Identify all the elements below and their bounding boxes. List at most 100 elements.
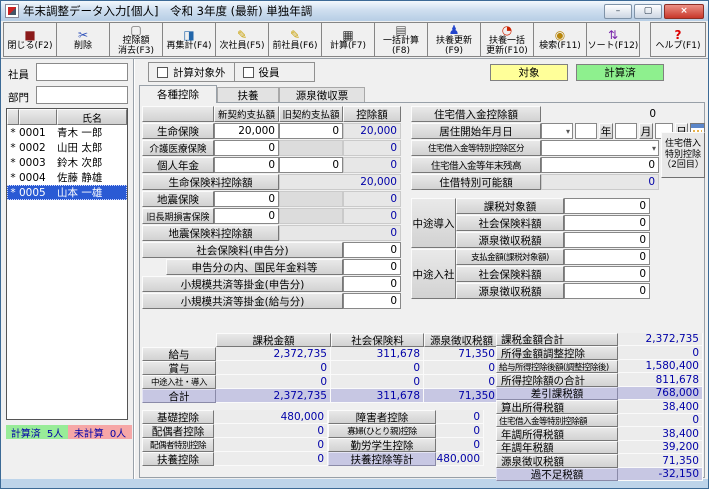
care-deduction-amount: 0 bbox=[343, 140, 401, 156]
employee-row[interactable]: *0004佐藤 静雄 bbox=[7, 170, 127, 185]
year-input[interactable] bbox=[575, 123, 597, 139]
employee-row[interactable]: *0001青木 一郎 bbox=[7, 125, 127, 140]
recalc-button[interactable]: ◨再集計(F4) bbox=[162, 22, 216, 57]
total-row-label: 合計 bbox=[142, 389, 216, 403]
disability-deduction-label: 障害者控除 bbox=[328, 410, 436, 424]
dept-code-input[interactable] bbox=[36, 86, 128, 104]
housing-loan-balance-label: 住宅借入金等年末残高 bbox=[411, 157, 541, 173]
midway-intro-social-amount[interactable]: 0 bbox=[564, 215, 650, 231]
search-icon: ◉ bbox=[555, 28, 565, 42]
net-taxable-amount: 768,000 bbox=[618, 387, 703, 400]
midway-intro-taxable-amount[interactable]: 0 bbox=[564, 198, 650, 214]
help-button[interactable]: ?ヘルプ(F1) bbox=[650, 22, 706, 57]
calculated-income-tax-label: 算出所得税額 bbox=[496, 400, 618, 414]
next-employee-button[interactable]: ✎次社員(F5) bbox=[215, 22, 269, 57]
mutual-aid-declared-amount[interactable]: 0 bbox=[343, 276, 401, 292]
exclude-checkbox[interactable] bbox=[157, 67, 168, 78]
employee-name: 佐藤 静雄 bbox=[57, 170, 127, 185]
mutual-aid-salary-amount[interactable]: 0 bbox=[343, 293, 401, 309]
employee-code-input[interactable] bbox=[36, 63, 128, 81]
care-insurance-label: 介護医療保険 bbox=[142, 140, 214, 156]
housing-loan-deduction-label: 住宅借入金控除額 bbox=[411, 106, 541, 122]
alarm-clock-icon: ◔ bbox=[502, 23, 512, 37]
quake-disabled-cell bbox=[279, 191, 343, 207]
calculated-income-tax-amount: 38,400 bbox=[618, 400, 703, 414]
annual-tax-label: 年調年税額 bbox=[496, 441, 618, 454]
life-new-amount[interactable]: 20,000 bbox=[214, 123, 279, 139]
widow-deduction-label: 寡婦(ひとり親)控除 bbox=[328, 424, 436, 438]
calc-mark: * bbox=[7, 187, 19, 199]
quake-deduction-amount: 0 bbox=[343, 191, 401, 207]
employee-code: 0005 bbox=[19, 187, 57, 199]
employee-row[interactable]: *0002山田 太郎 bbox=[7, 140, 127, 155]
dependents-total-label: 扶養控除等計 bbox=[328, 452, 436, 466]
employee-row-selected[interactable]: *0005山本 一雄 bbox=[7, 185, 127, 200]
toolbar-button-label: ソート(F12) bbox=[588, 42, 639, 52]
pension-new-amount[interactable]: 0 bbox=[214, 157, 279, 173]
clear-deduction-button[interactable]: ▢控除額 消去(F3) bbox=[109, 22, 163, 57]
toolbar: ■閉じる(F2) ✂削除 ▢控除額 消去(F3) ◨再集計(F4) ✎次社員(F… bbox=[1, 21, 708, 59]
annual-tax-amount: 39,200 bbox=[618, 441, 703, 454]
calculated-label: 計算済 bbox=[11, 425, 41, 440]
midway-join-social-amount[interactable]: 0 bbox=[564, 266, 650, 282]
old-damage-label: 旧長期損害保険 bbox=[142, 208, 214, 224]
search-button[interactable]: ◉検索(F11) bbox=[533, 22, 587, 57]
spouse-special-deduction-amount: 0 bbox=[214, 438, 328, 452]
midway-join-withheld-amount[interactable]: 0 bbox=[564, 283, 650, 299]
tab-withholding-slip[interactable]: 源泉徴収票 bbox=[279, 87, 365, 103]
income-adjustment-amount: 0 bbox=[618, 346, 703, 360]
quake-amount[interactable]: 0 bbox=[214, 191, 279, 207]
officer-checkbox-cell[interactable]: 役員 bbox=[234, 63, 288, 81]
calc-button[interactable]: ▦計算(F7) bbox=[321, 22, 375, 57]
prev-employee-button[interactable]: ✎前社員(F6) bbox=[268, 22, 322, 57]
calc-mark: * bbox=[7, 157, 19, 169]
window-title: 年末調整データ入力[個人] 令和 3年度 (最新) 単独年調 bbox=[23, 3, 312, 19]
housing-loan-category-combobox[interactable]: ▾ bbox=[541, 140, 659, 156]
housing-loan-balance-amount[interactable]: 0 bbox=[541, 157, 659, 173]
toolbar-button-label: 閉じる(F2) bbox=[8, 42, 53, 52]
social-insurance-amount[interactable]: 0 bbox=[343, 242, 401, 258]
midway-join-payment-amount[interactable]: 0 bbox=[564, 249, 650, 265]
pension-old-amount[interactable]: 0 bbox=[279, 157, 343, 173]
month-input[interactable] bbox=[615, 123, 637, 139]
total-social: 311,678 bbox=[331, 389, 424, 403]
old-damage-amount[interactable]: 0 bbox=[214, 208, 279, 224]
widow-deduction-amount: 0 bbox=[436, 424, 484, 438]
minimize-button[interactable]: – bbox=[604, 4, 632, 19]
life-old-amount[interactable]: 0 bbox=[279, 123, 343, 139]
employee-name: 青木 一郎 bbox=[57, 125, 127, 140]
batch-calc-button[interactable]: ▤一括計算(F8) bbox=[374, 22, 428, 57]
basic-deduction-label: 基礎控除 bbox=[142, 410, 214, 424]
life-total-label: 生命保険料控除額 bbox=[142, 174, 279, 190]
employee-row[interactable]: *0003鈴木 次郎 bbox=[7, 155, 127, 170]
midway-intro-withheld-amount[interactable]: 0 bbox=[564, 232, 650, 248]
close-window-button[interactable]: ■閉じる(F2) bbox=[3, 22, 57, 57]
housing-loan-second-button[interactable]: 住宅借入 特別控除 （2回目） bbox=[661, 132, 705, 178]
calc-mark: * bbox=[7, 172, 19, 184]
close-button[interactable]: × bbox=[664, 4, 704, 19]
bonus-withheld: 0 bbox=[424, 361, 499, 375]
dependents-batch-update-button[interactable]: ◔扶養一括 更新(F10) bbox=[480, 22, 534, 57]
bonus-row-label: 賞与 bbox=[142, 361, 216, 375]
officer-checkbox[interactable] bbox=[243, 67, 254, 78]
title-bar: 年末調整データ入力[個人] 令和 3年度 (最新) 単独年調 – ▢ × bbox=[1, 1, 708, 21]
tab-dependents[interactable]: 扶養 bbox=[217, 87, 279, 103]
salary-withheld: 71,350 bbox=[424, 347, 499, 361]
sort-button[interactable]: ⇅ソート(F12) bbox=[586, 22, 640, 57]
era-combobox[interactable]: ▾ bbox=[541, 123, 573, 139]
target-badge: 対象 bbox=[490, 64, 568, 81]
toolbar-button-label: 再集計(F4) bbox=[167, 42, 212, 52]
dependents-total-amount: 480,000 bbox=[436, 452, 484, 466]
dependents-update-button[interactable]: ♟扶養更新(F9) bbox=[427, 22, 481, 57]
maximize-button[interactable]: ▢ bbox=[634, 4, 662, 19]
dependents-deduction-amount: 0 bbox=[214, 452, 328, 466]
exclude-checkbox-cell[interactable]: 計算対象外 bbox=[149, 63, 234, 81]
withheld-tax-header: 源泉徴収税額 bbox=[424, 333, 499, 347]
national-pension-amount[interactable]: 0 bbox=[343, 259, 401, 275]
housing-loan-category-label: 住宅借入金等特別控除区分 bbox=[411, 140, 541, 156]
delete-button[interactable]: ✂削除 bbox=[56, 22, 110, 57]
tab-various-deductions[interactable]: 各種控除 bbox=[139, 85, 217, 103]
care-new-amount[interactable]: 0 bbox=[214, 140, 279, 156]
housing-possible-label: 住借特別可能額 bbox=[411, 174, 541, 190]
toolbar-button-label: 扶養更新(F9) bbox=[428, 37, 480, 57]
